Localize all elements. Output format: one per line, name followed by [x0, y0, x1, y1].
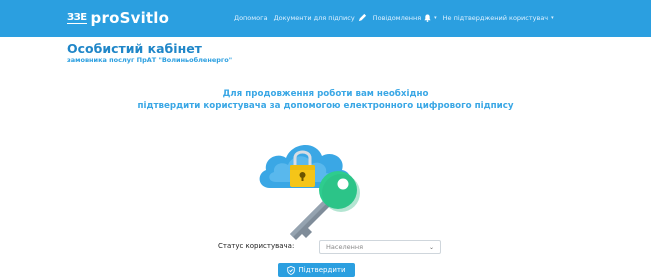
status-label: Статус користувача: — [218, 242, 295, 250]
pencil-icon — [358, 13, 367, 22]
nav-help-label: Допомога — [234, 13, 268, 22]
logo[interactable]: ЗЗЕ proSvitlo — [67, 9, 169, 27]
nav-notifications-label: Повідомлення — [372, 13, 422, 22]
nav-user-label: Не підтверджений користувач — [442, 13, 549, 22]
nav-notifications-link[interactable]: Повідомлення ▾ — [373, 14, 437, 22]
caret-down-icon: ▾ — [434, 14, 437, 21]
chevron-down-icon: ⌄ — [428, 243, 434, 251]
notice-line-2: підтвердити користувача за допомогою еле… — [137, 101, 514, 111]
notice-line-1: Для продовження роботи вам необхідно — [222, 89, 429, 99]
status-row: Статус користувача: Населення ⌄ — [0, 240, 651, 254]
nav-documents-label: Документи для підпису — [273, 13, 355, 22]
nav-documents-link[interactable]: Документи для підпису — [274, 13, 367, 22]
nav-links: Допомога Документи для підпису Повідомле… — [234, 13, 560, 22]
status-select-value: Населення — [326, 243, 364, 251]
bell-icon — [424, 14, 431, 22]
top-navbar: ЗЗЕ proSvitlo Допомога Документи для під… — [0, 0, 651, 37]
cloud-lock-key-illustration — [250, 130, 390, 245]
logo-text: proSvitlo — [90, 9, 170, 27]
page-subtitle: замовника послуг ПрАТ "Волиньобленерго" — [67, 56, 233, 64]
nav-user-menu[interactable]: Не підтверджений користувач ▾ — [443, 14, 554, 22]
status-select[interactable]: Населення ⌄ — [319, 240, 441, 254]
shield-icon — [287, 265, 296, 275]
logo-mark: ЗЗЕ — [67, 11, 87, 24]
confirm-button[interactable]: Підтвердити — [278, 263, 355, 277]
signature-notice: Для продовження роботи вам необхідно під… — [0, 88, 651, 112]
caret-down-icon: ▾ — [551, 14, 554, 21]
page-title: Особистий кабінет — [67, 41, 202, 56]
nav-help-link[interactable]: Допомога — [234, 14, 268, 22]
confirm-button-label: Підтвердити — [298, 266, 346, 274]
